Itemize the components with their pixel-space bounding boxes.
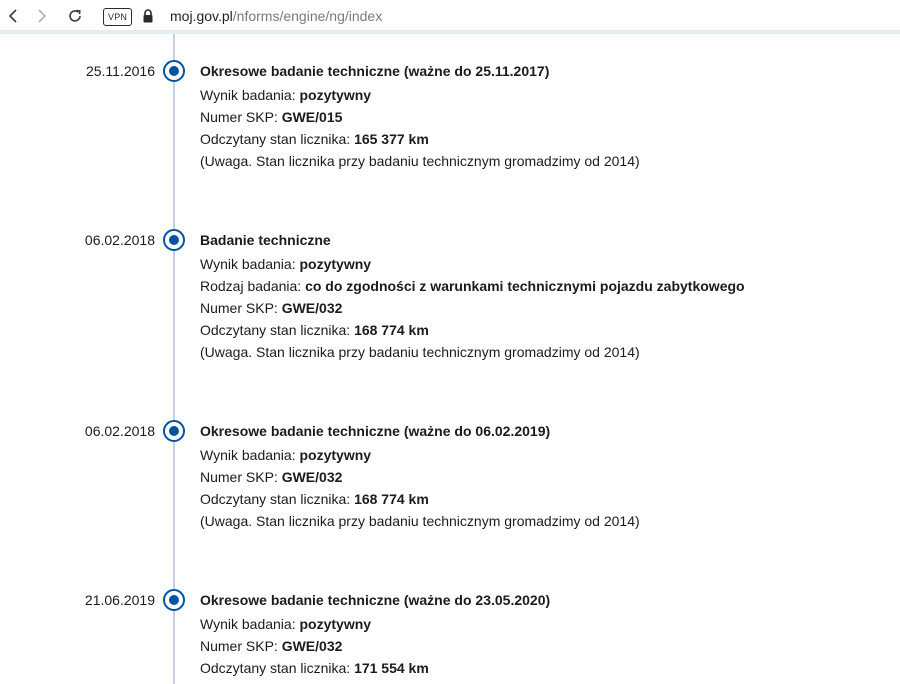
detail-label: Wynik badania: [200,87,300,103]
detail-label: Odczytany stan licznika: [200,322,355,338]
detail-label: Numer SKP: [200,300,282,316]
detail-row: Odczytany stan licznika: 171 554 km [200,657,429,679]
back-button[interactable] [3,6,23,26]
detail-label: Rodzaj badania: [200,278,306,294]
detail-row: Wynik badania: pozytywny [200,613,429,635]
detail-note: (Uwaga. Stan licznika przy badaniu techn… [200,513,640,529]
vpn-badge[interactable]: VPN [103,8,133,26]
entry-title: Badanie techniczne [200,232,331,248]
entry-details: Wynik badania: pozytywny Numer SKP: GWE/… [200,613,429,679]
detail-row: Numer SKP: GWE/032 [200,297,745,319]
url-path: /nforms/engine/ng/index [232,8,383,24]
detail-row: (Uwaga. Stan licznika przy badaniu techn… [200,150,640,172]
detail-value: GWE/015 [281,109,343,125]
timeline-dot-icon [163,229,185,251]
entry-title: Okresowe badanie techniczne (ważne do 06… [200,423,551,439]
timeline-dot-icon [163,60,185,82]
detail-row: (Uwaga. Stan licznika przy badaniu techn… [200,341,745,363]
lock-icon [143,9,153,23]
entry-date: 25.11.2016 [85,63,155,79]
entry-details: Wynik badania: pozytywny Numer SKP: GWE/… [200,444,640,532]
entry-details: Wynik badania: pozytywny Numer SKP: GWE/… [200,84,640,172]
detail-value: GWE/032 [281,638,343,654]
detail-value: 171 554 km [354,660,429,676]
detail-label: Wynik badania: [200,447,300,463]
detail-label: Numer SKP: [200,109,282,125]
page-content: 25.11.2016 Okresowe badanie techniczne (… [0,34,900,684]
entry-date: 06.02.2018 [84,232,155,248]
detail-label: Odczytany stan licznika: [200,660,355,676]
detail-value: 168 774 km [354,491,429,507]
detail-row: Numer SKP: GWE/032 [200,635,429,657]
detail-value: GWE/032 [281,300,343,316]
detail-row: Wynik badania: pozytywny [200,444,640,466]
detail-value: GWE/032 [281,469,343,485]
detail-row: (Uwaga. Stan licznika przy badaniu techn… [200,510,640,532]
entry-date: 06.02.2018 [84,423,155,439]
detail-value: pozytywny [299,447,372,463]
reload-icon [69,9,81,22]
entry-title: Okresowe badanie techniczne (ważne do 23… [200,592,551,608]
entry-details: Wynik badania: pozytywny Rodzaj badania:… [200,253,745,363]
detail-value: 168 774 km [354,322,429,338]
reload-button[interactable] [65,6,85,26]
detail-row: Rodzaj badania: co do zgodności z warunk… [200,275,745,297]
detail-value: co do zgodności z warunkami technicznymi… [305,278,745,294]
address-bar[interactable]: moj.gov.pl/nforms/engine/ng/index [170,8,382,25]
detail-row: Numer SKP: GWE/015 [200,106,640,128]
detail-row: Odczytany stan licznika: 165 377 km [200,128,640,150]
entry-date: 21.06.2019 [84,592,155,608]
detail-label: Wynik badania: [200,256,300,272]
forward-button[interactable] [32,6,52,26]
detail-row: Wynik badania: pozytywny [200,253,745,275]
detail-row: Odczytany stan licznika: 168 774 km [200,319,745,341]
browser-toolbar: VPN moj.gov.pl/nforms/engine/ng/index [0,0,900,34]
chevron-right-icon [38,9,47,23]
detail-label: Numer SKP: [200,638,282,654]
detail-label: Wynik badania: [200,616,300,632]
timeline-dot-icon [163,589,185,611]
detail-row: Numer SKP: GWE/032 [200,466,640,488]
entry-title: Okresowe badanie techniczne (ważne do 25… [200,63,550,79]
timeline-dot-icon [163,420,185,442]
detail-label: Odczytany stan licznika: [200,131,355,147]
detail-value: pozytywny [299,87,372,103]
detail-value: pozytywny [299,256,372,272]
detail-row: Odczytany stan licznika: 168 774 km [200,488,640,510]
timeline-line [173,34,175,684]
chevron-left-icon [8,9,17,23]
url-host: moj.gov.pl [170,8,233,24]
detail-label: Numer SKP: [200,469,282,485]
detail-value: 165 377 km [354,131,429,147]
detail-label: Odczytany stan licznika: [200,491,355,507]
detail-note: (Uwaga. Stan licznika przy badaniu techn… [200,153,640,169]
detail-row: Wynik badania: pozytywny [200,84,640,106]
detail-note: (Uwaga. Stan licznika przy badaniu techn… [200,344,640,360]
detail-value: pozytywny [299,616,372,632]
